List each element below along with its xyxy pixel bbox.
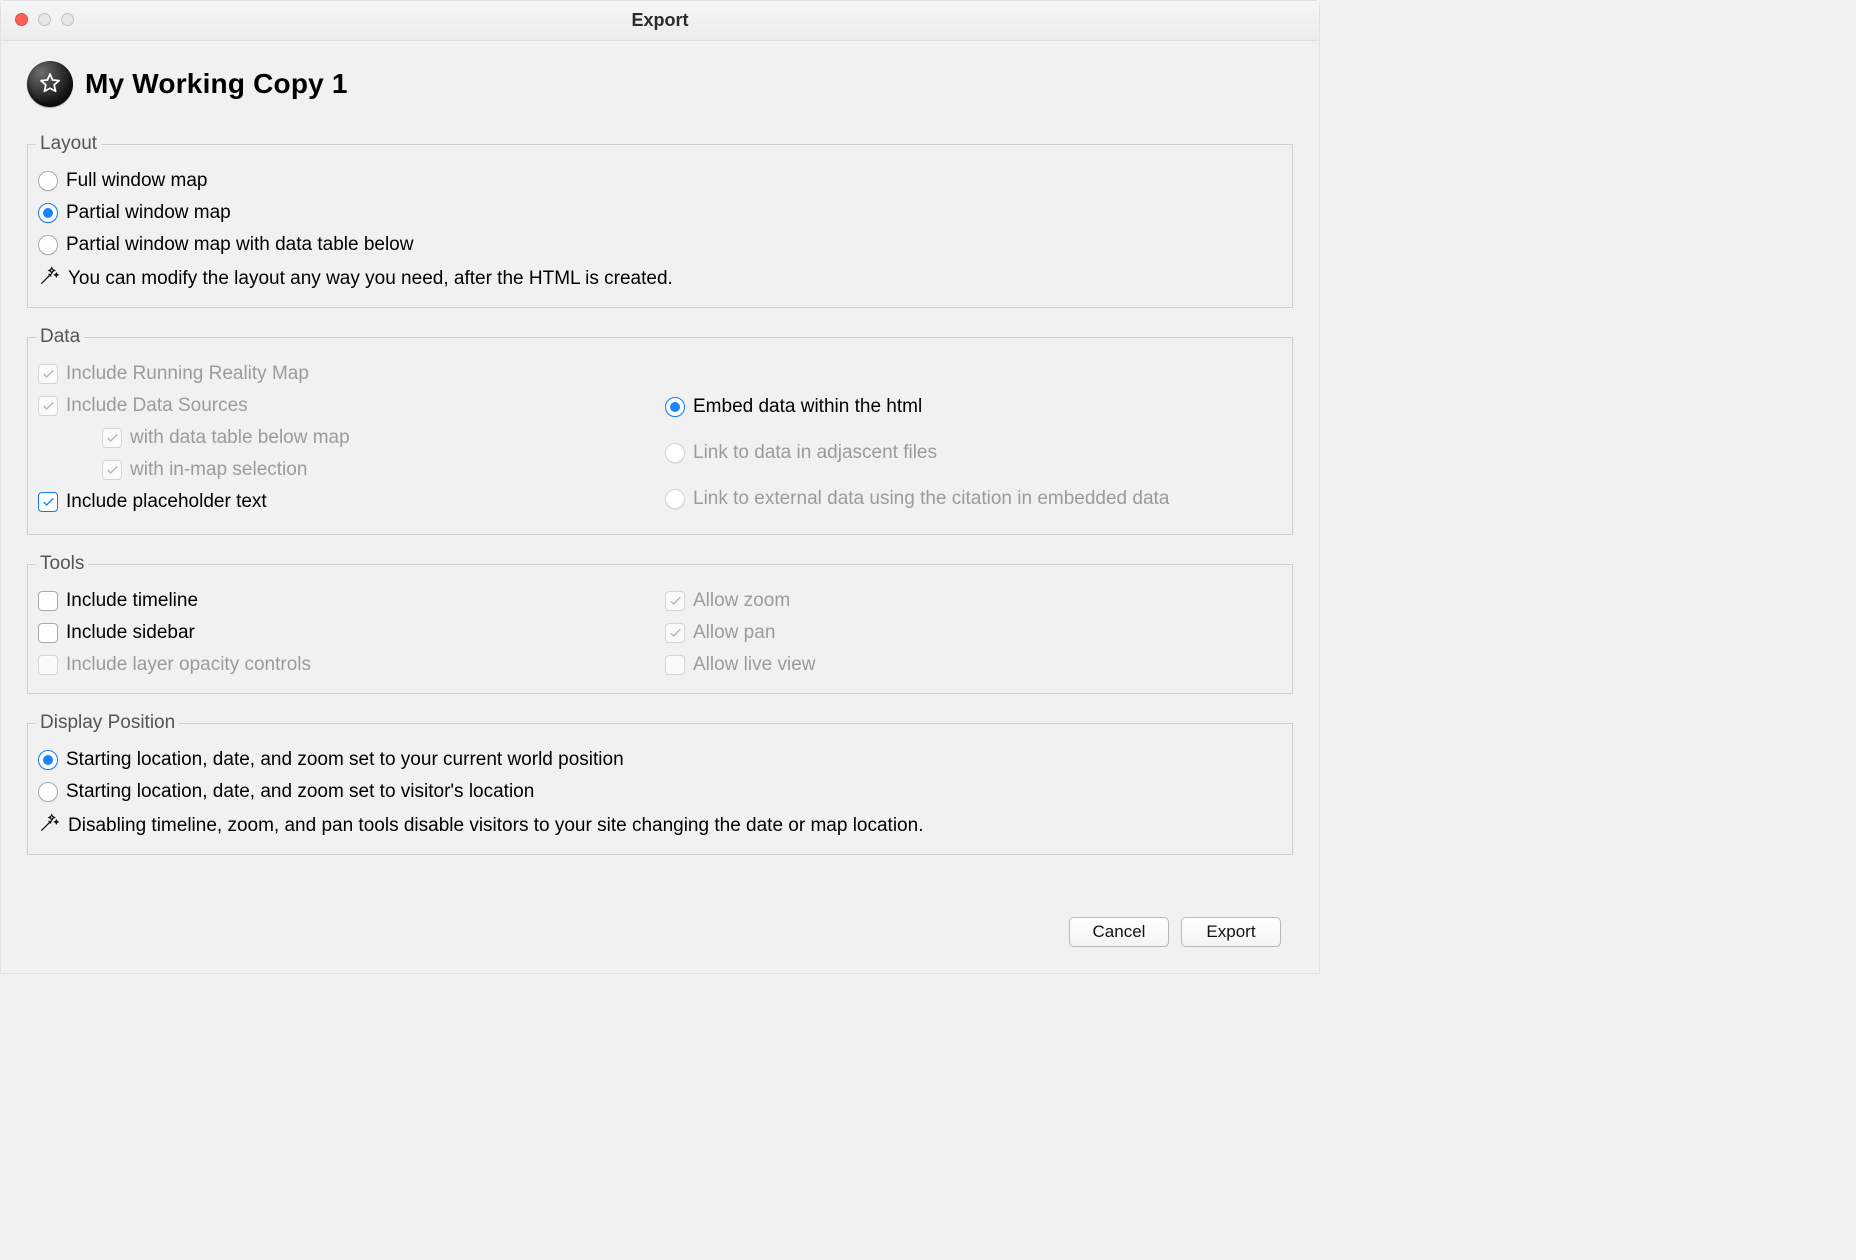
radio-link-external-label: Link to external data using the citation… xyxy=(693,488,1169,510)
copy-name: My Working Copy 1 xyxy=(85,68,348,100)
check-include-placeholder-label: Include placeholder text xyxy=(66,491,267,513)
dialog-footer: Cancel Export xyxy=(27,873,1293,959)
zoom-window-button[interactable] xyxy=(61,13,74,26)
window-title: Export xyxy=(631,10,688,31)
window-controls xyxy=(15,13,74,26)
wand-icon xyxy=(38,812,60,840)
data-group: Data Include Running Reality Map Include… xyxy=(27,326,1293,535)
minimize-window-button[interactable] xyxy=(38,13,51,26)
radio-partial-window-table[interactable] xyxy=(38,235,58,255)
star-icon xyxy=(27,61,73,107)
radio-position-visitor[interactable] xyxy=(38,782,58,802)
tools-legend: Tools xyxy=(36,553,88,575)
check-include-data-sources-label: Include Data Sources xyxy=(66,395,248,417)
cancel-button[interactable]: Cancel xyxy=(1069,917,1169,947)
position-legend: Display Position xyxy=(36,712,179,734)
dialog-content: My Working Copy 1 Layout Full window map… xyxy=(1,41,1319,973)
check-with-data-table xyxy=(102,428,122,448)
check-with-in-map-selection-label: with in-map selection xyxy=(130,459,307,481)
export-button[interactable]: Export xyxy=(1181,917,1281,947)
titlebar: Export xyxy=(1,1,1319,41)
check-include-placeholder[interactable] xyxy=(38,492,58,512)
close-window-button[interactable] xyxy=(15,13,28,26)
check-include-opacity-label: Include layer opacity controls xyxy=(66,654,311,676)
check-with-in-map-selection xyxy=(102,460,122,480)
position-group: Display Position Starting location, date… xyxy=(27,712,1293,855)
radio-link-adjacent xyxy=(665,443,685,463)
wand-icon xyxy=(38,265,60,293)
check-allow-zoom-label: Allow zoom xyxy=(693,590,790,612)
layout-hint: You can modify the layout any way you ne… xyxy=(68,268,673,290)
radio-partial-window-label: Partial window map xyxy=(66,202,231,224)
data-legend: Data xyxy=(36,326,84,348)
check-allow-pan xyxy=(665,623,685,643)
check-include-rr-map-label: Include Running Reality Map xyxy=(66,363,309,385)
radio-full-window-label: Full window map xyxy=(66,170,208,192)
radio-position-current[interactable] xyxy=(38,750,58,770)
check-allow-zoom xyxy=(665,591,685,611)
check-include-opacity xyxy=(38,655,58,675)
dialog-heading: My Working Copy 1 xyxy=(27,61,1293,107)
check-include-rr-map xyxy=(38,364,58,384)
check-include-timeline-label: Include timeline xyxy=(66,590,198,612)
check-include-sidebar-label: Include sidebar xyxy=(66,622,195,644)
radio-partial-window[interactable] xyxy=(38,203,58,223)
layout-group: Layout Full window map Partial window ma… xyxy=(27,133,1293,308)
radio-position-current-label: Starting location, date, and zoom set to… xyxy=(66,749,624,771)
position-hint: Disabling timeline, zoom, and pan tools … xyxy=(68,815,923,837)
check-allow-live xyxy=(665,655,685,675)
check-allow-pan-label: Allow pan xyxy=(693,622,775,644)
check-include-sidebar[interactable] xyxy=(38,623,58,643)
check-allow-live-label: Allow live view xyxy=(693,654,815,676)
radio-full-window[interactable] xyxy=(38,171,58,191)
check-include-data-sources xyxy=(38,396,58,416)
radio-link-external xyxy=(665,489,685,509)
export-dialog: Export My Working Copy 1 Layout Full win… xyxy=(0,0,1320,974)
radio-link-adjacent-label: Link to data in adjascent files xyxy=(693,442,937,464)
radio-embed-data-label: Embed data within the html xyxy=(693,396,922,418)
check-include-timeline[interactable] xyxy=(38,591,58,611)
radio-position-visitor-label: Starting location, date, and zoom set to… xyxy=(66,781,534,803)
tools-group: Tools Include timeline Include sidebar I… xyxy=(27,553,1293,694)
radio-embed-data[interactable] xyxy=(665,397,685,417)
radio-partial-window-table-label: Partial window map with data table below xyxy=(66,234,413,256)
layout-legend: Layout xyxy=(36,133,101,155)
check-with-data-table-label: with data table below map xyxy=(130,427,350,449)
